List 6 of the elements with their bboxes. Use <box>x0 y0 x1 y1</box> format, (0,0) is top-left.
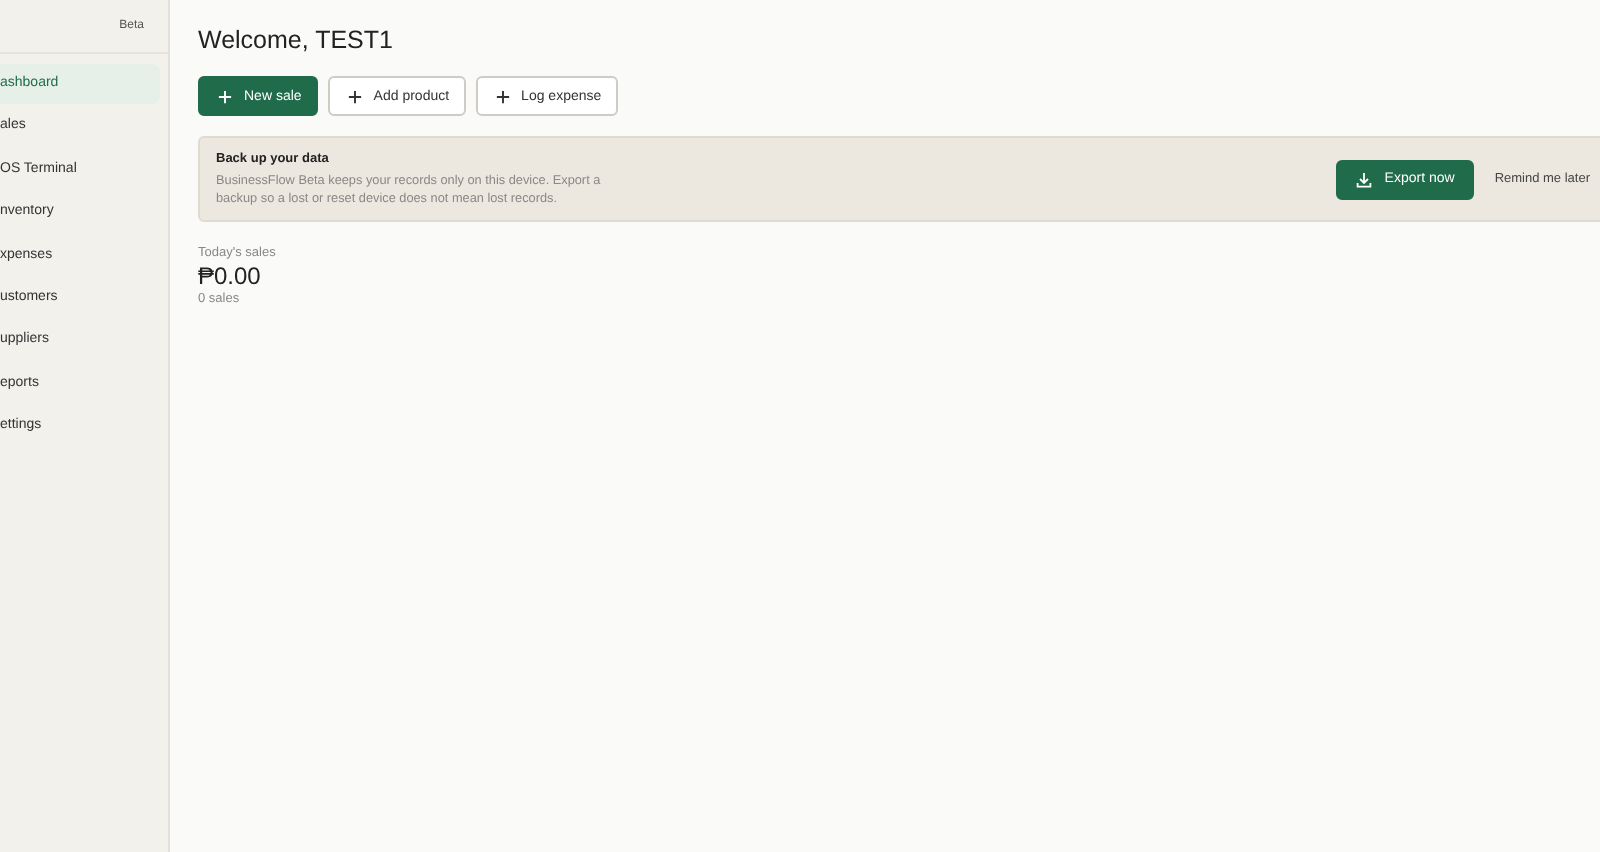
download-icon <box>1356 171 1373 187</box>
page-title: Welcome, TEST1 <box>198 26 395 54</box>
plus-icon <box>347 89 362 103</box>
plus-icon <box>218 89 232 103</box>
stat-value: ₱0.00 <box>198 262 263 290</box>
plus-icon <box>495 89 510 103</box>
